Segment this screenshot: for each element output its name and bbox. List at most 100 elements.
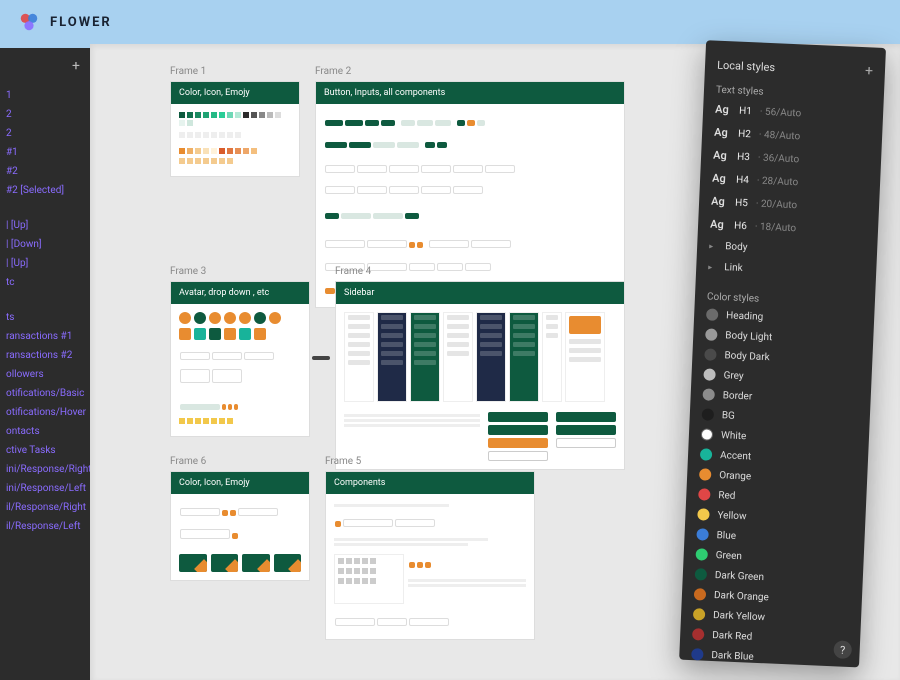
color-name: Dark Yellow [713,610,765,623]
text-sample: Ag [712,172,729,186]
add-page-icon[interactable]: + [72,58,80,74]
frame-label: Frame 1 [170,66,300,77]
layer-item[interactable]: ransactions #1 [0,327,90,346]
frame-4[interactable]: Frame 4 Sidebar [335,266,625,470]
text-style-spec: · 56/Auto [760,107,802,120]
text-style-spec: · 36/Auto [758,153,800,166]
text-sample: Ag [713,149,730,163]
text-style-name: H3 [737,152,750,164]
color-name: BG [722,410,736,422]
text-sample: Ag [711,195,728,209]
color-name: Heading [726,310,764,323]
group-label: Link [724,262,743,274]
color-swatch-icon [694,588,707,601]
layer-item[interactable]: 1 [0,86,90,105]
color-name: Dark Red [712,629,752,642]
color-name: Dark Orange [714,590,769,603]
frame-title: Color, Icon, Emojy [171,472,309,494]
text-style-name: H1 [739,106,752,118]
text-style-spec: · 48/Auto [759,130,801,143]
text-style-spec: · 18/Auto [755,221,797,234]
text-style-spec: · 20/Auto [756,198,798,211]
text-style-name: H4 [736,175,749,187]
color-name: Dark Blue [711,649,754,662]
color-name: Yellow [717,510,747,522]
color-swatch-icon [695,548,708,561]
frame-6[interactable]: Frame 6 Color, Icon, Emojy [170,456,310,581]
brand: FLOWER [18,11,112,33]
color-swatch-icon [705,328,718,341]
layer-item[interactable]: ini/Response/Right [0,460,90,479]
chevron-right-icon: ▸ [709,241,717,250]
text-sample: Ag [715,103,732,117]
color-swatch-icon [697,508,710,521]
layer-item[interactable]: ini/Response/Left [0,479,90,498]
text-style-name: H6 [734,221,747,233]
layer-item[interactable]: ontacts [0,422,90,441]
color-swatch-icon [702,388,715,401]
layer-item[interactable]: otifications/Basic [0,384,90,403]
color-swatch-icon [693,608,706,621]
frame-5[interactable]: Frame 5 Components [325,456,535,640]
color-swatch-icon [692,628,705,641]
color-name: Dark Green [715,570,765,583]
layer-item[interactable]: #2 [0,162,90,181]
layer-item[interactable] [0,292,90,300]
color-swatch-icon [700,448,713,461]
logo-icon [18,11,40,33]
layer-item[interactable]: il/Response/Left [0,517,90,536]
layer-item[interactable]: tc [0,273,90,292]
layer-item[interactable] [0,208,90,216]
layer-item[interactable]: ransactions #2 [0,346,90,365]
connector-icon [312,356,330,360]
frame-label: Frame 2 [315,66,625,77]
frame-title: Button, Inputs, all components [316,82,624,104]
color-swatch-icon [701,428,714,441]
color-name: Border [722,390,752,402]
layer-item[interactable]: #2 [Selected] [0,181,90,200]
add-style-icon[interactable]: + [865,63,874,79]
text-sample: Ag [714,126,731,140]
layer-item[interactable]: ctive Tasks [0,441,90,460]
frame-title: Sidebar [336,282,624,304]
layer-item[interactable]: otifications/Hover [0,403,90,422]
text-style-name: H2 [738,129,751,141]
frame-1[interactable]: Frame 1 Color, Icon, Emojy [170,66,300,177]
layer-item[interactable] [0,300,90,308]
color-swatch-icon [695,568,708,581]
color-swatch-icon [698,488,711,501]
layer-item[interactable]: 2 [0,124,90,143]
text-style-spec: · 28/Auto [757,175,799,188]
frame-3[interactable]: Frame 3 Avatar, drop down , etc [170,266,310,437]
group-label: Body [725,241,748,253]
layer-item[interactable]: | [Down] [0,235,90,254]
layers-panel[interactable]: + 122#1#2#2 [Selected]| [Up]| [Down]| [U… [0,48,90,680]
chevron-right-icon: ▸ [708,262,716,271]
color-swatch-icon [704,348,717,361]
layer-item[interactable]: il/Response/Right [0,498,90,517]
color-name: Red [718,490,736,502]
color-swatch-icon [706,308,719,321]
text-sample: Ag [710,218,727,232]
frame-label: Frame 3 [170,266,310,277]
frame-label: Frame 4 [335,266,625,277]
color-name: Orange [719,470,751,482]
layer-item[interactable]: | [Up] [0,254,90,273]
layer-item[interactable]: | [Up] [0,216,90,235]
local-styles-panel[interactable]: Local styles + Text styles AgH1· 56/Auto… [679,40,886,667]
frame-title: Components [326,472,534,494]
color-name: Body Dark [724,350,770,363]
layer-item[interactable]: #1 [0,143,90,162]
frame-label: Frame 6 [170,456,310,467]
color-name: White [721,430,747,442]
layer-item[interactable] [0,200,90,208]
layer-item[interactable]: ollowers [0,365,90,384]
color-swatch-icon [702,408,715,421]
color-swatch-icon [691,648,704,661]
color-name: Green [715,550,742,562]
layer-item[interactable]: 2 [0,105,90,124]
text-style-name: H5 [735,198,748,210]
layer-item[interactable]: ts [0,308,90,327]
frame-label: Frame 5 [325,456,535,467]
topbar: FLOWER [0,0,900,44]
